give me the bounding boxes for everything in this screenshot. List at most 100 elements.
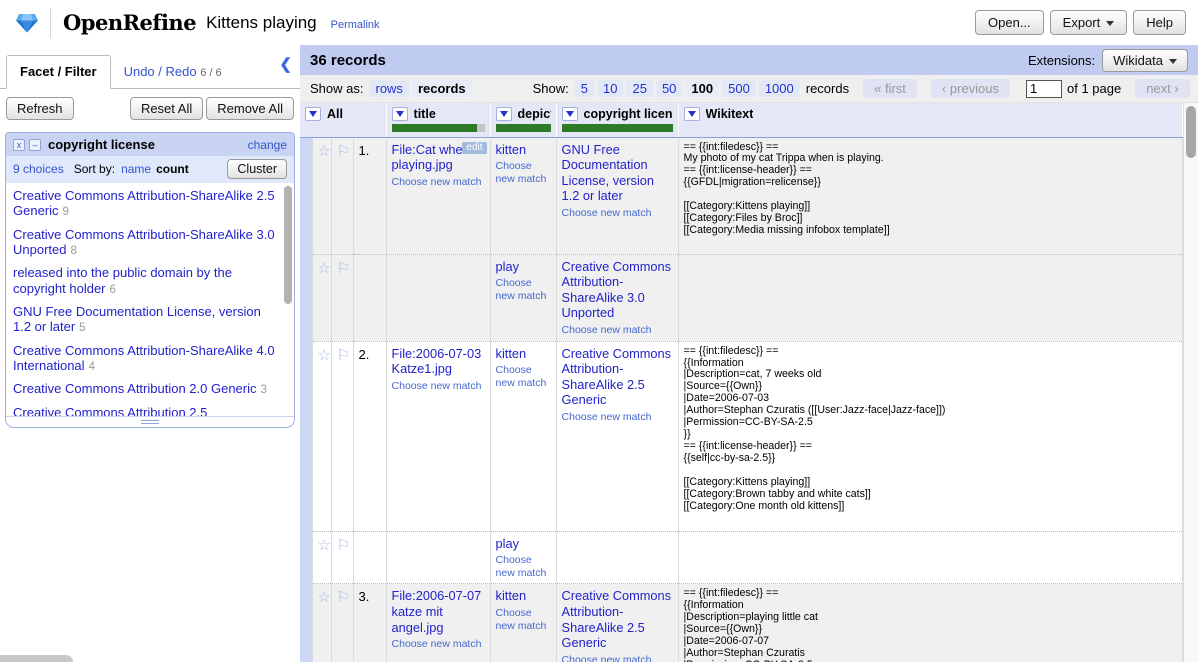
open-button[interactable]: Open... <box>975 10 1044 35</box>
title-link[interactable]: File:Cat when playing.jpg <box>392 142 470 173</box>
depicts-link[interactable]: kitten <box>496 346 527 361</box>
copyright-license-link[interactable]: Creative Commons Attribution-ShareAlike … <box>562 346 672 408</box>
page-size-option-50[interactable]: 50 <box>656 80 682 97</box>
facet-choices-count-link[interactable]: 9 choices <box>13 162 64 176</box>
column-menu-button[interactable] <box>684 107 700 121</box>
copyright-license-link[interactable]: Creative Commons Attribution-ShareAlike … <box>562 588 672 650</box>
facet-choice-link[interactable]: Creative Commons Attribution-ShareAlike … <box>13 227 275 257</box>
page-size-option-100[interactable]: 100 <box>685 80 719 97</box>
copyright-license-link[interactable]: Creative Commons Attribution-ShareAlike … <box>562 259 672 321</box>
facet-choice-count: 5 <box>79 322 85 334</box>
facet-scrollbar-thumb[interactable] <box>284 186 292 304</box>
page-size-option-10[interactable]: 10 <box>597 80 623 97</box>
sort-by-count-selected[interactable]: count <box>156 162 189 176</box>
flag-icon[interactable]: ⚐ <box>337 144 350 159</box>
choose-new-match-link[interactable]: Choose new match <box>562 324 673 337</box>
column-menu-button[interactable] <box>392 107 408 121</box>
page-size-option-25[interactable]: 25 <box>626 80 652 97</box>
copyright-license-cell: GNU Free Documentation License, version … <box>556 137 678 254</box>
column-menu-button[interactable] <box>562 107 578 121</box>
star-icon[interactable]: ☆ <box>318 538 331 553</box>
next-page-button[interactable]: next › <box>1135 79 1190 98</box>
choose-new-match-link[interactable]: Choose new match <box>496 160 551 185</box>
depicts-cell: kitten Choose new match <box>490 137 556 254</box>
show-as-option-rows[interactable]: rows <box>369 80 408 97</box>
choose-new-match-link[interactable]: Choose new match <box>562 654 673 662</box>
sort-by-label: Sort by: <box>74 162 115 176</box>
page-size-option-1000[interactable]: 1000 <box>759 80 800 97</box>
refresh-button[interactable]: Refresh <box>6 97 74 120</box>
brand-divider <box>50 8 51 38</box>
choose-new-match-link[interactable]: Choose new match <box>392 638 485 651</box>
facet-minimize-icon[interactable]: – <box>29 139 41 151</box>
record-gutter <box>300 254 312 341</box>
choose-new-match-link[interactable]: Choose new match <box>496 607 551 632</box>
table-scrollbar-track[interactable] <box>1183 103 1198 662</box>
star-icon[interactable]: ☆ <box>318 348 331 363</box>
facet-choice-link[interactable]: Creative Commons Attribution-ShareAlike … <box>13 343 275 373</box>
data-table: Alltitledepictscopyright licenseWikitext… <box>300 103 1183 662</box>
title-link[interactable]: File:2006-07-07 katze mit angel.jpg <box>392 588 482 634</box>
tab-facet-filter[interactable]: Facet / Filter <box>6 55 111 89</box>
star-icon[interactable]: ☆ <box>318 590 331 605</box>
facet-choice-link[interactable]: GNU Free Documentation License, version … <box>13 304 261 334</box>
permalink-link[interactable]: Permalink <box>331 19 380 31</box>
page-size-option-500[interactable]: 500 <box>722 80 756 97</box>
copyright-license-link[interactable]: GNU Free Documentation License, version … <box>562 142 654 204</box>
flag-icon[interactable]: ⚐ <box>337 538 350 553</box>
star-icon[interactable]: ☆ <box>318 144 331 159</box>
choose-new-match-link[interactable]: Choose new match <box>562 411 673 424</box>
remove-all-button[interactable]: Remove All <box>206 97 294 120</box>
wikidata-caret-icon <box>1169 59 1177 64</box>
depicts-link[interactable]: play <box>496 536 519 551</box>
column-header-all: All <box>300 103 386 137</box>
column-header-line: title <box>392 107 485 121</box>
choose-new-match-link[interactable]: Choose new match <box>496 554 551 579</box>
facet-controls-row: Refresh Reset All Remove All <box>0 89 300 128</box>
choose-new-match-link[interactable]: Choose new match <box>496 364 551 389</box>
reset-all-button[interactable]: Reset All <box>130 97 203 120</box>
facet-resize-handle[interactable] <box>6 416 294 427</box>
choose-new-match-link[interactable]: Choose new match <box>392 380 485 393</box>
records-count-heading: 36 records <box>310 52 386 69</box>
title-link[interactable]: File:2006-07-03 Katze1.jpg <box>392 346 482 377</box>
show-as-option-records[interactable]: records <box>412 80 472 97</box>
flag-icon[interactable]: ⚐ <box>337 590 350 605</box>
edit-cell-button[interactable]: edit <box>462 142 486 154</box>
choose-new-match-link[interactable]: Choose new match <box>392 176 485 189</box>
facet-choice-count: 8 <box>70 245 76 257</box>
help-button[interactable]: Help <box>1133 10 1186 35</box>
wikidata-extension-button[interactable]: Wikidata <box>1102 49 1188 72</box>
column-header-line: copyright license <box>562 107 673 121</box>
bottom-left-resizer[interactable] <box>0 655 73 662</box>
page-size-option-5[interactable]: 5 <box>575 80 594 97</box>
facet-choice-link[interactable]: released into the public domain by the c… <box>13 265 232 295</box>
facet-choice-link[interactable]: Creative Commons Attribution-ShareAlike … <box>13 188 275 218</box>
depicts-link[interactable]: kitten <box>496 142 527 157</box>
facet-choice-link[interactable]: Creative Commons Attribution 2.5 <box>13 405 207 416</box>
depicts-link[interactable]: play <box>496 259 519 274</box>
column-menu-button[interactable] <box>496 107 512 121</box>
collapse-panel-icon[interactable]: ❮ <box>279 55 292 73</box>
choose-new-match-link[interactable]: Choose new match <box>562 207 673 220</box>
cluster-button[interactable]: Cluster <box>227 159 287 179</box>
flag-icon[interactable]: ⚐ <box>337 348 350 363</box>
facet-change-link[interactable]: change <box>248 138 287 152</box>
previous-page-button[interactable]: ‹ previous <box>931 79 1010 98</box>
flag-icon[interactable]: ⚐ <box>337 261 350 276</box>
first-page-button[interactable]: « first <box>863 79 917 98</box>
wikitext-cell <box>678 531 1182 584</box>
tab-undo-redo[interactable]: Undo / Redo 6 / 6 <box>111 56 235 88</box>
export-button[interactable]: Export <box>1050 10 1128 35</box>
facet-close-icon[interactable]: x <box>13 139 25 151</box>
facet-choice-link[interactable]: Creative Commons Attribution 2.0 Generic <box>13 381 257 396</box>
wikitext-content: == {{int:filedesc}} == {{Information |De… <box>684 346 1177 514</box>
depicts-link[interactable]: kitten <box>496 588 527 603</box>
star-icon[interactable]: ☆ <box>318 261 331 276</box>
row-index-cell <box>353 254 386 341</box>
choose-new-match-link[interactable]: Choose new match <box>496 277 551 302</box>
sort-by-name-link[interactable]: name <box>121 162 151 176</box>
table-scrollbar-thumb[interactable] <box>1186 106 1196 158</box>
column-menu-button[interactable] <box>305 107 321 121</box>
page-number-input[interactable] <box>1026 80 1062 98</box>
